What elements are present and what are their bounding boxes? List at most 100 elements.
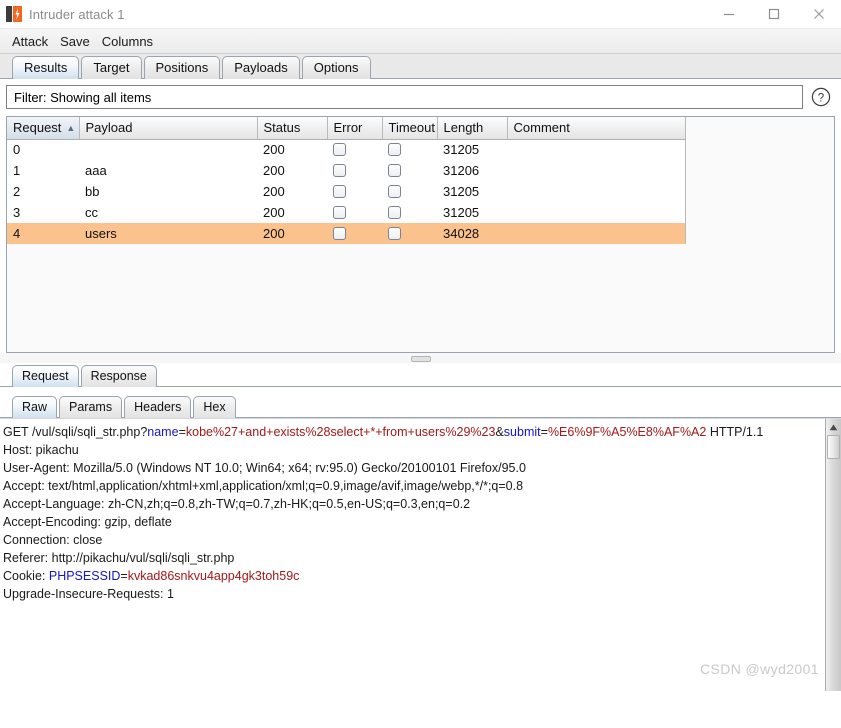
close-button[interactable] xyxy=(796,0,841,28)
menu-bar: Attack Save Columns xyxy=(0,29,841,54)
raw-request-line: User-Agent: Mozilla/5.0 (Windows NT 10.0… xyxy=(3,461,526,475)
cell-length: 31206 xyxy=(443,163,480,178)
main-tab-strip: Results Target Positions Payloads Option… xyxy=(0,54,841,79)
menu-item-save[interactable]: Save xyxy=(54,32,96,51)
cell-timeout xyxy=(382,139,437,160)
window-title: Intruder attack 1 xyxy=(29,6,125,22)
cell-comment[interactable] xyxy=(507,202,686,223)
maximize-button[interactable] xyxy=(751,0,796,28)
tab-headers[interactable]: Headers xyxy=(124,396,192,418)
tab-raw[interactable]: Raw xyxy=(12,396,58,418)
tab-options[interactable]: Options xyxy=(301,56,371,79)
cell-comment[interactable] xyxy=(507,223,686,244)
cell-payload: aaa xyxy=(85,163,107,178)
error-checkbox[interactable] xyxy=(333,143,346,157)
results-table-container[interactable]: Request ▲ Payload Status Error Timeout Le… xyxy=(6,116,835,353)
table-header-row: Request ▲ Payload Status Error Timeout Le… xyxy=(7,117,686,140)
error-checkbox[interactable] xyxy=(333,227,346,240)
tab-params[interactable]: Params xyxy=(59,396,123,418)
cell-payload: users xyxy=(79,223,257,244)
column-header-request[interactable]: Request ▲ xyxy=(7,117,80,140)
column-header-payload[interactable]: Payload xyxy=(79,117,258,140)
sort-ascending-icon: ▲ xyxy=(66,123,76,134)
tab-positions[interactable]: Positions xyxy=(143,56,221,79)
cell-timeout xyxy=(382,223,437,244)
question-mark-icon[interactable]: ? xyxy=(809,85,833,109)
minimize-button[interactable] xyxy=(706,0,751,28)
cell-timeout xyxy=(382,181,437,202)
title-bar: Intruder attack 1 xyxy=(0,0,841,29)
cell-payload: bb xyxy=(85,184,100,199)
raw-request-line: Cookie: PHPSESSID=kvkad86snkvu4app4gk3to… xyxy=(3,569,300,583)
raw-request-line: Host: pikachu xyxy=(3,443,79,457)
table-row[interactable]: 3 cc 200 31205 xyxy=(7,202,686,223)
raw-request-text[interactable]: GET /vul/sqli/sqli_str.php?name=kobe%27+… xyxy=(0,419,841,603)
scroll-up-arrow-icon[interactable] xyxy=(826,420,841,435)
filter-text: Filter: Showing all items xyxy=(14,89,152,105)
column-header-status[interactable]: Status xyxy=(257,117,328,140)
tab-target[interactable]: Target xyxy=(81,56,142,79)
error-checkbox[interactable] xyxy=(333,185,346,198)
cell-error xyxy=(327,160,382,181)
request-response-tab-strip: Request Response xyxy=(0,363,841,387)
table-row[interactable]: 4 users 200 34028 xyxy=(7,223,686,244)
splitter-grip[interactable] xyxy=(410,356,431,362)
raw-request-line: Accept: text/html,application/xhtml+xml,… xyxy=(3,479,524,493)
table-row[interactable]: 1 aaa 200 31206 xyxy=(7,160,686,181)
menu-item-attack[interactable]: Attack xyxy=(6,32,54,51)
timeout-checkbox[interactable] xyxy=(388,164,401,177)
cell-status: 200 xyxy=(257,223,327,244)
cell-payload xyxy=(79,139,257,160)
cell-error xyxy=(327,223,382,244)
column-header-error[interactable]: Error xyxy=(327,117,383,140)
cell-length: 31205 xyxy=(443,142,480,158)
column-header-length[interactable]: Length xyxy=(437,117,508,140)
cell-comment[interactable] xyxy=(507,160,686,181)
cell-error xyxy=(327,181,382,202)
cell-status: 200 xyxy=(263,205,285,220)
filter-bar[interactable]: Filter: Showing all items xyxy=(6,85,803,109)
error-checkbox[interactable] xyxy=(333,206,346,219)
timeout-checkbox[interactable] xyxy=(388,227,401,240)
timeout-checkbox[interactable] xyxy=(388,185,401,198)
tab-request[interactable]: Request xyxy=(12,365,79,387)
cell-request: 4 xyxy=(7,223,79,244)
cell-status: 200 xyxy=(263,142,285,158)
timeout-checkbox[interactable] xyxy=(388,143,401,157)
cell-comment[interactable] xyxy=(507,139,686,160)
menu-item-columns[interactable]: Columns xyxy=(96,32,159,51)
watermark-text: CSDN @wyd2001 xyxy=(699,661,819,677)
filter-row: Filter: Showing all items ? xyxy=(4,85,837,109)
cell-timeout xyxy=(382,160,437,181)
table-row[interactable]: 2 bb 200 31205 xyxy=(7,181,686,202)
cell-request: 2 xyxy=(13,184,21,199)
tab-results[interactable]: Results xyxy=(12,56,80,79)
cell-status: 200 xyxy=(263,184,285,199)
raw-request-line: Accept-Encoding: gzip, deflate xyxy=(3,515,172,529)
column-header-timeout[interactable]: Timeout xyxy=(382,117,438,140)
raw-request-scrollbar[interactable] xyxy=(825,419,841,691)
error-checkbox[interactable] xyxy=(333,164,346,177)
window-controls xyxy=(706,0,841,28)
cell-request: 3 xyxy=(13,205,21,220)
timeout-checkbox[interactable] xyxy=(388,206,401,219)
message-view-tab-strip: Raw Params Headers Hex xyxy=(0,394,841,418)
tab-payloads[interactable]: Payloads xyxy=(222,56,300,79)
cell-error xyxy=(327,202,382,223)
cell-payload: cc xyxy=(85,205,98,220)
raw-request-line: Connection: close xyxy=(3,533,103,547)
cell-length: 31205 xyxy=(443,205,480,220)
cell-request: 1 xyxy=(13,163,21,178)
burp-logo-icon xyxy=(6,6,22,22)
raw-request-panel[interactable]: GET /vul/sqli/sqli_str.php?name=kobe%27+… xyxy=(0,418,841,691)
column-header-comment[interactable]: Comment xyxy=(507,117,686,140)
horizontal-splitter[interactable] xyxy=(0,353,841,363)
cell-length: 31205 xyxy=(443,184,480,199)
raw-request-line: Upgrade-Insecure-Requests: 1 xyxy=(3,587,174,601)
cell-status: 200 xyxy=(263,163,285,178)
cell-comment[interactable] xyxy=(507,181,686,202)
tab-response[interactable]: Response xyxy=(80,365,157,387)
table-row[interactable]: 0 200 31205 xyxy=(7,139,686,160)
tab-hex[interactable]: Hex xyxy=(193,396,236,418)
scrollbar-thumb[interactable] xyxy=(827,435,840,459)
